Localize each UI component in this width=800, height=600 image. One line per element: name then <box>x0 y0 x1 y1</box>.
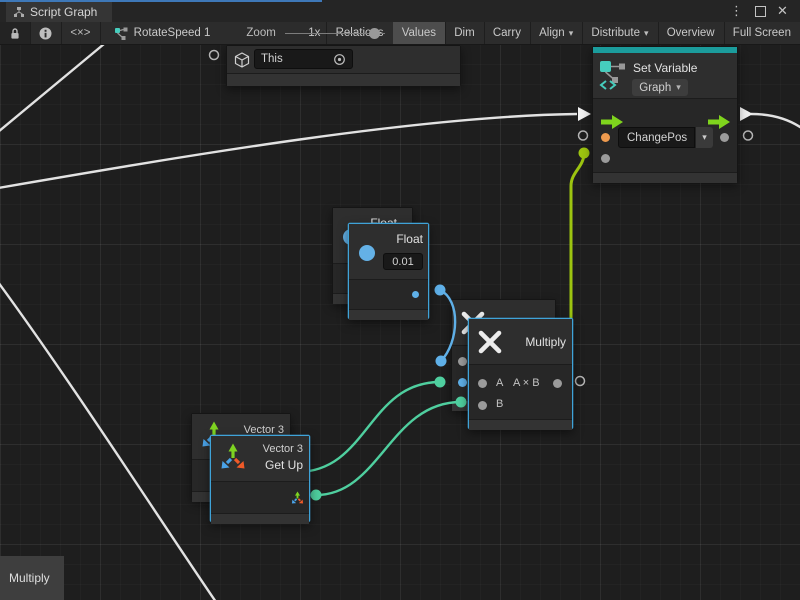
object-picker-icon[interactable] <box>333 53 346 66</box>
node-title: Set Variable <box>633 61 697 75</box>
output-port[interactable] <box>720 133 729 142</box>
output-port[interactable] <box>553 379 562 388</box>
zoom-slider-handle[interactable] <box>369 28 380 39</box>
variable-dropdown-button[interactable]: ▾ <box>695 127 713 148</box>
tab-title: Script Graph <box>30 5 97 19</box>
code-preview-button[interactable]: <×> <box>61 22 99 44</box>
window-maximize-button[interactable] <box>755 0 766 22</box>
tab-bar: Script Graph ⋮ ✕ <box>0 0 800 22</box>
node-title: Multiply <box>9 571 50 585</box>
multiply-node-clipped[interactable]: Multiply <box>0 556 64 600</box>
kebab-menu-icon: ⋮ <box>730 3 743 19</box>
node-title: Get Up <box>251 458 303 472</box>
chevron-down-icon: ▾ <box>569 28 574 39</box>
output-label: A × B <box>513 377 540 389</box>
node-type-label: Vector 3 <box>251 443 303 455</box>
graph-breadcrumb-icon <box>114 26 128 40</box>
this-node[interactable]: This <box>226 45 461 86</box>
multiply-icon <box>477 329 503 355</box>
breadcrumb-label: RotateSpeed 1 <box>134 27 211 39</box>
input-port-a[interactable] <box>458 357 467 366</box>
code-icon: <×> <box>70 27 90 39</box>
align-dropdown[interactable]: Align▾ <box>530 22 582 44</box>
port-label-a: A <box>496 377 503 389</box>
zoom-slider[interactable] <box>285 22 302 44</box>
zoom-label: Zoom <box>237 22 284 44</box>
float-icon <box>359 245 375 261</box>
this-target-field[interactable]: This <box>254 49 353 69</box>
breadcrumb[interactable]: RotateSpeed 1 <box>100 22 220 44</box>
lock-button[interactable] <box>0 22 30 44</box>
value-input-port[interactable] <box>601 154 610 163</box>
vector3-icon <box>219 442 247 470</box>
lock-icon <box>9 27 21 40</box>
values-button[interactable]: Values <box>393 22 445 44</box>
port-label-b: B <box>496 398 503 410</box>
variable-dropdown-value[interactable]: ChangePos <box>618 127 695 148</box>
set-variable-node[interactable]: Set Variable Graph ▾ ChangePos ▾ <box>592 46 738 182</box>
close-icon: ✕ <box>777 3 788 19</box>
fullscreen-button[interactable]: Full Screen <box>724 22 800 44</box>
carry-button[interactable]: Carry <box>484 22 530 44</box>
variable-name-port[interactable] <box>601 133 610 142</box>
chevron-down-icon: ▾ <box>644 28 649 39</box>
input-port-a[interactable] <box>478 379 487 388</box>
input-port-b[interactable] <box>478 401 487 410</box>
window-menu-button[interactable]: ⋮ <box>730 0 743 22</box>
tab-script-graph[interactable]: Script Graph <box>6 2 112 22</box>
node-title: Multiply <box>509 335 566 349</box>
this-label: This <box>261 53 333 65</box>
float-output-port[interactable] <box>412 291 419 298</box>
distribute-dropdown[interactable]: Distribute▾ <box>582 22 657 44</box>
maximize-icon <box>755 6 766 17</box>
vector3-output-port[interactable] <box>291 491 304 504</box>
set-variable-icon <box>599 60 627 90</box>
scope-dropdown[interactable]: Graph ▾ <box>632 79 688 96</box>
multiply-node[interactable]: Multiply A A × B B <box>468 318 573 429</box>
float-node[interactable]: Float 0.01 <box>348 223 429 319</box>
dim-button[interactable]: Dim <box>445 22 483 44</box>
cube-icon <box>233 51 251 69</box>
get-up-node[interactable]: Vector 3 Get Up <box>210 435 310 522</box>
node-title: Float <box>379 232 423 246</box>
float-value-field[interactable]: 0.01 <box>383 253 423 270</box>
info-button[interactable] <box>30 22 61 44</box>
info-icon <box>39 27 52 40</box>
overview-button[interactable]: Overview <box>658 22 724 44</box>
graph-toolbar: <×> RotateSpeed 1 Zoom 1x Relations Valu… <box>0 22 800 45</box>
window-close-button[interactable]: ✕ <box>777 0 788 22</box>
chevron-down-icon: ▾ <box>702 132 707 143</box>
input-port-b[interactable] <box>458 378 467 387</box>
chevron-down-icon: ▾ <box>676 82 681 93</box>
graph-tab-icon <box>13 6 25 18</box>
